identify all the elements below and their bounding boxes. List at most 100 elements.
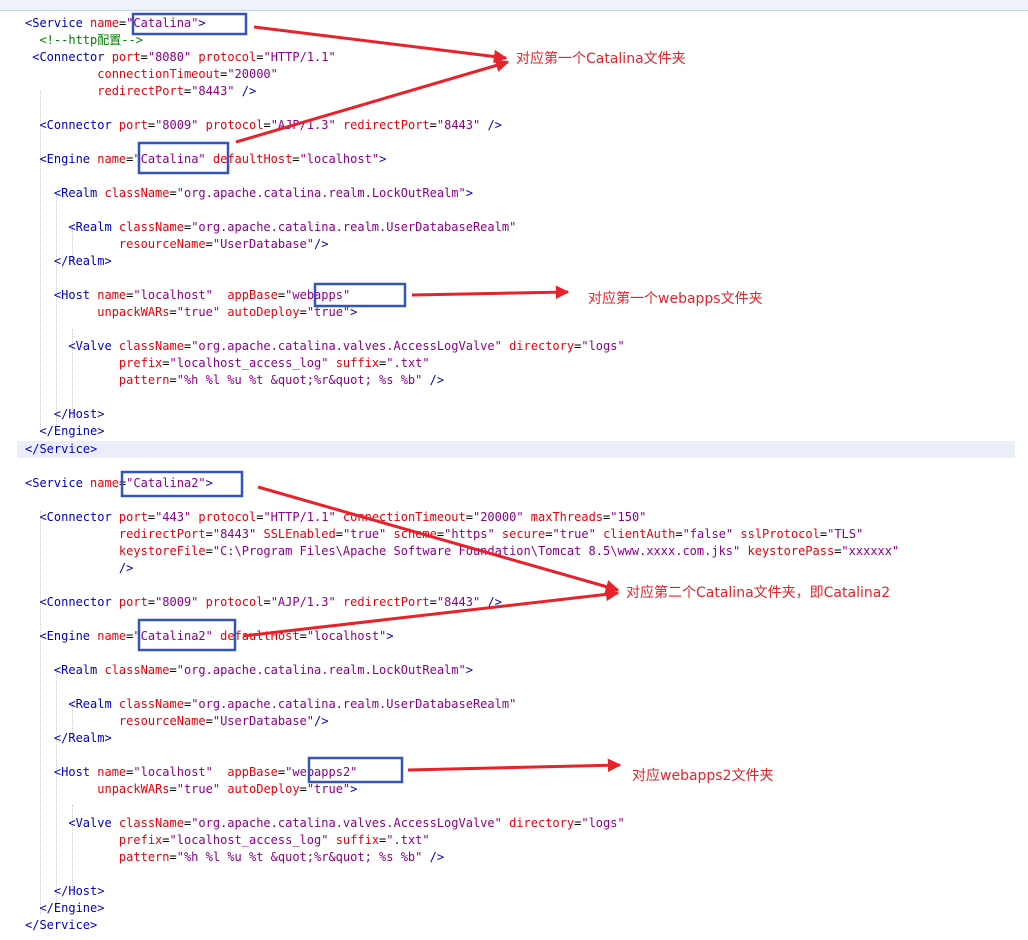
code-token: "8009" <box>155 594 199 609</box>
code-token: <Host <box>25 288 98 303</box>
code-editor[interactable]: <Service name="Catalina"> <!--http配置--> … <box>17 11 1015 936</box>
code-token: name <box>90 16 119 30</box>
code-token: <Service <box>25 475 91 490</box>
code-line: </Service> <box>17 440 1015 458</box>
code-line: <!--http配置--> <box>17 32 1015 49</box>
code-token: = <box>205 526 213 541</box>
code-token: "HTTP/1.1" <box>263 509 336 524</box>
code-line: </Host> <box>17 406 1015 423</box>
code-line: redirectPort="8443" /> <box>17 83 1015 100</box>
code-line: prefix="localhost_access_log" suffix=".t… <box>17 832 1015 849</box>
code-token: pattern <box>25 373 170 388</box>
code-token: "org.apache.catalina.realm.LockOutRealm" <box>176 662 466 677</box>
code-token: <Realm <box>25 186 105 201</box>
code-token: </Service> <box>25 918 98 933</box>
code-token: "https" <box>444 526 495 541</box>
code-token: "localhost_access_log" <box>169 832 329 847</box>
code-token: = <box>169 662 177 677</box>
code-token: = <box>429 118 437 133</box>
code-token: "%h %l %u %t &quot;%r&quot; %s %b" <box>176 373 423 388</box>
code-token: <Realm <box>25 220 119 235</box>
code-token: "TLS" <box>827 526 864 541</box>
code-token: "true" <box>342 526 387 541</box>
code-token: = <box>169 186 177 201</box>
code-token: "UserDatabase" <box>212 713 315 728</box>
code-line: </Host> <box>17 883 1015 900</box>
code-token: keystoreFile <box>25 543 206 558</box>
code-token: clientAuth <box>595 526 676 541</box>
code-token: appBase <box>212 764 278 779</box>
code-token: <Realm <box>25 696 119 711</box>
code-token: port <box>118 118 148 133</box>
code-token: "localhost" <box>299 152 380 167</box>
code-line: <Engine name="Catalina2" defaultHost="lo… <box>17 628 1015 645</box>
code-token: redirectPort <box>25 84 184 99</box>
code-token: = <box>545 526 553 541</box>
code-token: </Realm> <box>25 254 112 269</box>
code-token: pattern <box>25 849 170 864</box>
code-token: "webapps" <box>285 288 351 303</box>
code-line: <Valve className="org.apache.catalina.va… <box>17 338 1015 355</box>
callout-catalina: 对应第一个Catalina文件夹 <box>516 51 686 67</box>
code-token: "org.apache.catalina.realm.UserDatabaseR… <box>191 696 517 711</box>
code-token: = <box>299 305 307 320</box>
code-line: </Service> <box>17 917 1015 934</box>
code-token: resourceName <box>25 713 206 728</box>
code-line: pattern="%h %l %u %t &quot;%r&quot; %s %… <box>17 849 1015 866</box>
code-token: "true" <box>306 305 351 320</box>
code-token: </Realm> <box>25 730 112 745</box>
code-token: className <box>104 186 170 201</box>
code-token: = <box>147 594 156 609</box>
code-token: = <box>162 356 170 371</box>
code-token: protocol <box>191 50 257 65</box>
code-token: > <box>350 781 358 796</box>
code-token: = <box>205 543 213 558</box>
code-token: className <box>118 339 184 354</box>
code-token: <Connector <box>25 118 119 133</box>
code-token: maxThreads <box>523 509 604 524</box>
code-token: </Host> <box>25 407 105 422</box>
code-token: autoDeploy <box>220 305 300 320</box>
code-token: redirectPort <box>335 594 430 609</box>
code-line: <Engine name="Catalina" defaultHost="loc… <box>17 151 1015 168</box>
code-token: connectionTimeout <box>25 67 221 82</box>
code-token: "localhost" <box>133 288 213 303</box>
code-line: <Service name="Catalina2"> <box>17 475 1015 492</box>
code-token: > <box>350 305 358 320</box>
code-token: ".txt" <box>386 356 430 371</box>
code-token: = <box>205 713 213 728</box>
code-token: "8080" <box>147 50 192 65</box>
code-token: <Connector <box>25 509 119 524</box>
code-token: <!--http配置--> <box>25 33 143 48</box>
top-toolbar-strip <box>0 0 1028 11</box>
code-line: keystoreFile="C:\Program Files\Apache So… <box>17 543 1015 560</box>
code-token: name <box>97 628 127 643</box>
code-token: = <box>169 373 177 388</box>
code-line: prefix="localhost_access_log" suffix=".t… <box>17 355 1015 372</box>
code-token: protocol <box>198 118 264 133</box>
code-line: resourceName="UserDatabase"/> <box>17 713 1015 730</box>
code-token: = <box>205 237 213 252</box>
code-token: name <box>90 475 119 490</box>
code-token: "Catalina2" <box>133 628 213 643</box>
code-token: /> <box>234 84 257 99</box>
code-line: <Realm className="org.apache.catalina.re… <box>17 662 1015 679</box>
code-token: "8443" <box>212 526 257 541</box>
code-token: className <box>118 815 184 830</box>
callout-webapps2: 对应webapps2文件夹 <box>632 768 774 784</box>
code-token: <Valve <box>25 339 119 354</box>
code-line: <Service name="Catalina"> <box>17 15 1015 32</box>
code-token: <Engine <box>25 152 98 167</box>
code-token: "443" <box>155 509 192 524</box>
code-token: port <box>118 594 148 609</box>
code-token: "20000" <box>472 509 524 524</box>
code-token: ".txt" <box>386 832 430 847</box>
code-line: </Realm> <box>17 253 1015 270</box>
